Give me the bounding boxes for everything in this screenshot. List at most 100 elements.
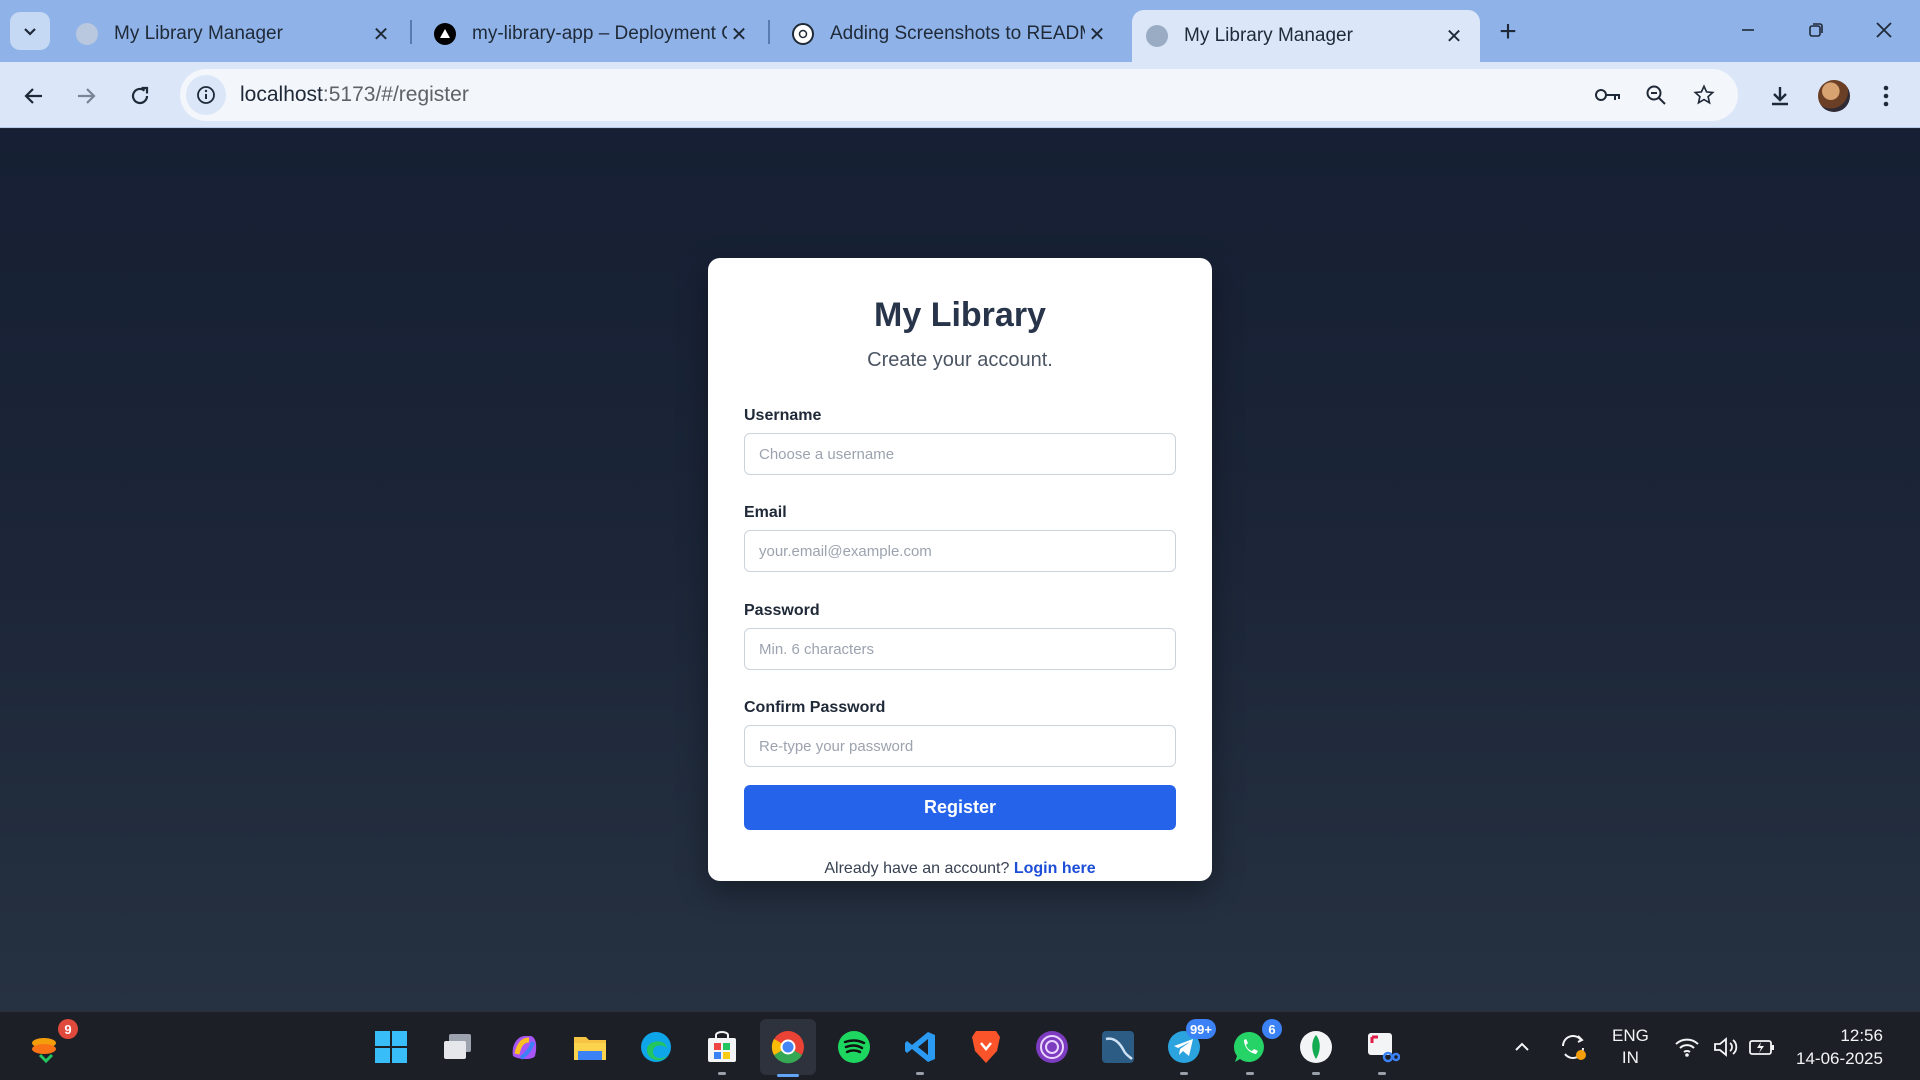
language-code: ENG (1612, 1025, 1649, 1045)
page-subtitle: Create your account. (867, 349, 1053, 371)
start-button[interactable] (369, 1025, 413, 1069)
restore-icon (1809, 23, 1823, 37)
running-indicator (1180, 1072, 1188, 1075)
mongodb-icon (1300, 1031, 1332, 1063)
windows-logo-icon (375, 1031, 407, 1063)
restore-button[interactable] (1782, 10, 1850, 50)
login-link[interactable]: Login here (1014, 860, 1096, 877)
running-indicator (777, 1074, 799, 1077)
url-text[interactable]: localhost:5173/#/register (240, 83, 469, 107)
copilot-app[interactable] (502, 1025, 546, 1069)
username-group: Username (744, 407, 1176, 475)
zoom-icon[interactable] (1638, 77, 1674, 113)
avatar (1818, 80, 1850, 112)
chrome-icon (771, 1031, 804, 1064)
file-explorer-app[interactable] (568, 1025, 612, 1069)
mysql-workbench-icon (1102, 1031, 1134, 1063)
password-input[interactable] (744, 628, 1176, 670)
close-icon[interactable]: ✕ (1442, 24, 1466, 48)
vscode-icon (905, 1032, 935, 1062)
weather-widget[interactable]: 9 (24, 1019, 78, 1069)
wifi-icon (1675, 1038, 1699, 1057)
spotify-icon (838, 1031, 870, 1063)
profile-button[interactable] (1812, 74, 1856, 118)
mongodb-compass-app[interactable] (1294, 1025, 1338, 1075)
network-button[interactable] (1674, 1012, 1700, 1080)
address-bar[interactable]: localhost:5173/#/register (180, 69, 1738, 121)
telegram-app[interactable]: 99+ (1162, 1019, 1216, 1075)
running-indicator (718, 1072, 726, 1075)
email-label: Email (744, 504, 787, 521)
browser-toolbar: localhost:5173/#/register (0, 62, 1920, 128)
vscode-app[interactable] (898, 1025, 942, 1075)
password-key-icon[interactable] (1590, 77, 1626, 113)
confirm-password-input[interactable] (744, 725, 1176, 767)
mysql-workbench-app[interactable] (1096, 1025, 1140, 1069)
task-view-icon (444, 1034, 471, 1059)
tab-title: Adding Screenshots to READM (830, 23, 1085, 44)
running-indicator (1378, 1072, 1386, 1075)
volume-button[interactable] (1712, 1012, 1740, 1080)
sync-tray-button[interactable] (1558, 1012, 1588, 1080)
volume-icon (1714, 1036, 1738, 1057)
task-view-button[interactable] (436, 1025, 480, 1069)
username-label: Username (744, 407, 822, 424)
notification-badge: 6 (1262, 1019, 1282, 1039)
password-group: Password (744, 602, 1176, 670)
notification-badge: 9 (58, 1019, 78, 1039)
edge-app[interactable] (634, 1025, 678, 1069)
sync-icon (1562, 1034, 1586, 1060)
windows-taskbar: 9 99+ 6 ENG IN 12:56 14-06-2025 (0, 1011, 1920, 1080)
running-indicator (916, 1072, 924, 1075)
download-icon (1772, 87, 1788, 106)
arrow-right-icon (78, 88, 96, 104)
tor-icon (1036, 1031, 1068, 1063)
close-window-button[interactable] (1850, 10, 1918, 50)
spotify-app[interactable] (832, 1025, 876, 1069)
brave-app[interactable] (964, 1025, 1008, 1069)
clock-time: 12:56 (1840, 1025, 1883, 1045)
bookmark-star-icon[interactable] (1686, 77, 1722, 113)
forward-button[interactable] (64, 74, 108, 118)
page-title: My Library (874, 296, 1046, 334)
brave-icon (972, 1031, 1000, 1063)
tab-title: My Library Manager (114, 23, 283, 44)
microsoft-store-app[interactable] (700, 1025, 744, 1075)
running-indicator (1312, 1072, 1320, 1075)
tab-vercel-deployment[interactable]: my-library-app – Deployment O ✕ (420, 10, 765, 58)
minimize-icon (1742, 29, 1754, 31)
tab-title: my-library-app – Deployment O (472, 23, 727, 44)
login-prompt: Already have an account? Login here (744, 860, 1176, 878)
downloads-button[interactable] (1758, 74, 1802, 118)
chrome-app[interactable] (760, 1019, 816, 1077)
close-icon[interactable]: ✕ (369, 22, 393, 46)
close-icon[interactable]: ✕ (727, 22, 751, 46)
tab-strip: My Library Manager ✕ my-library-app – De… (0, 0, 1920, 62)
reload-button[interactable] (118, 74, 162, 118)
globe-icon (1146, 25, 1168, 47)
new-tab-button[interactable]: + (1490, 14, 1526, 50)
clock[interactable]: 12:56 14-06-2025 (1796, 1012, 1883, 1080)
language-indicator[interactable]: ENG IN (1612, 1012, 1649, 1080)
url-host: localhost (240, 83, 323, 106)
back-button[interactable] (12, 74, 56, 118)
site-info-icon[interactable] (186, 75, 226, 115)
snipping-tool-app[interactable] (1360, 1025, 1404, 1075)
tab-search-button[interactable] (10, 12, 50, 50)
menu-button[interactable] (1864, 74, 1908, 118)
email-input[interactable] (744, 530, 1176, 572)
tab-my-library-manager-1[interactable]: My Library Manager ✕ (62, 10, 407, 58)
minimize-button[interactable] (1714, 10, 1782, 50)
chevron-down-icon (24, 28, 36, 36)
register-button[interactable]: Register (744, 785, 1176, 830)
tab-title: My Library Manager (1184, 25, 1353, 46)
tab-my-library-manager-active[interactable]: My Library Manager ✕ (1132, 10, 1480, 62)
tab-chatgpt-readme[interactable]: Adding Screenshots to READM ✕ (778, 10, 1123, 58)
login-prompt-text: Already have an account? (824, 860, 1010, 877)
battery-button[interactable] (1748, 1012, 1776, 1080)
show-hidden-icons-button[interactable] (1512, 1012, 1532, 1080)
tor-browser-app[interactable] (1030, 1025, 1074, 1069)
whatsapp-app[interactable]: 6 (1228, 1019, 1282, 1075)
username-input[interactable] (744, 433, 1176, 475)
close-icon[interactable]: ✕ (1085, 22, 1109, 46)
